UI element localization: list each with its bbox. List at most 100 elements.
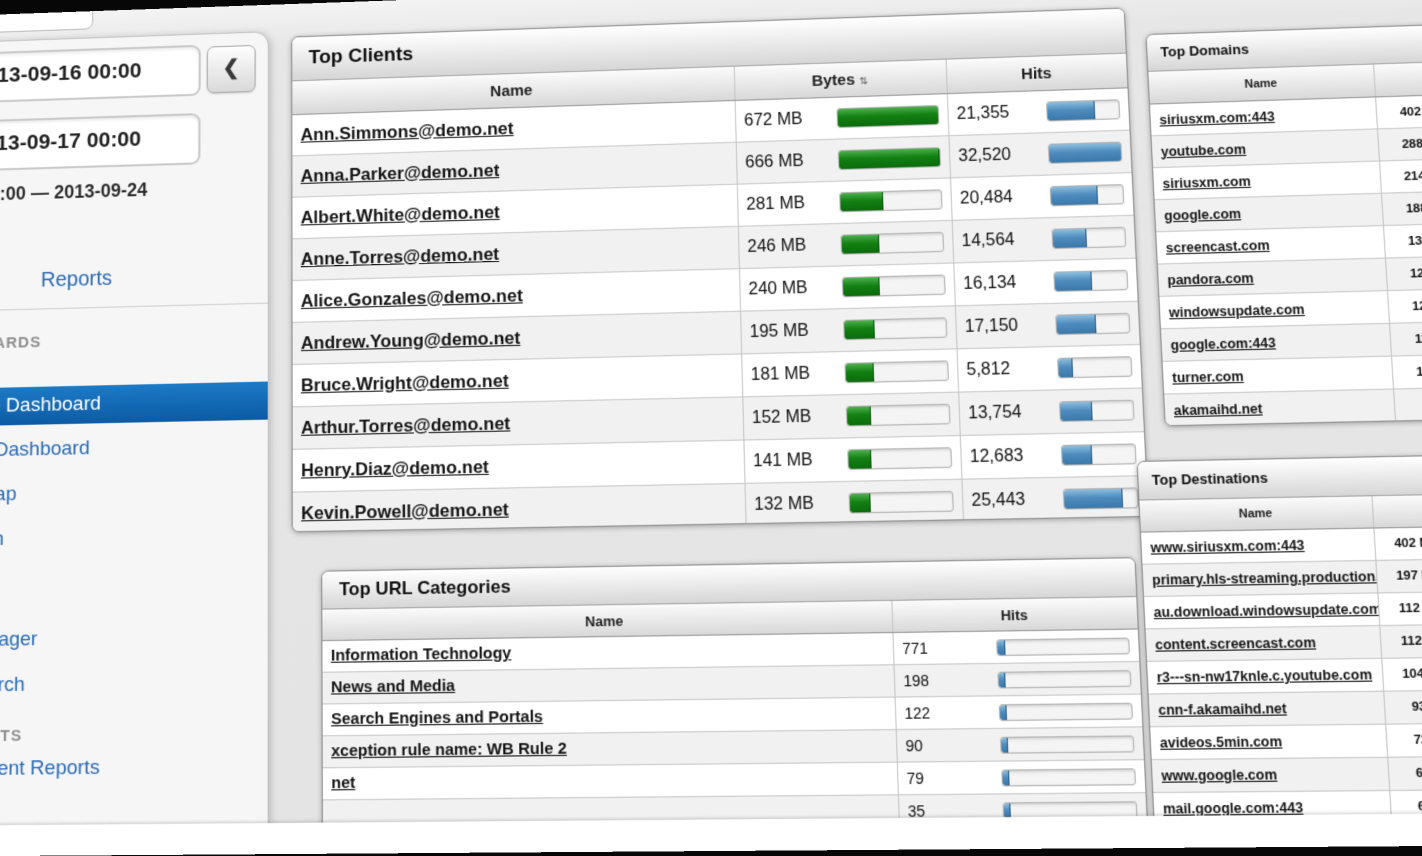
- client-name-link[interactable]: Kevin.Powell@demo.net: [301, 499, 509, 523]
- hits-bar: [1058, 359, 1073, 378]
- sidebar-divider: [0, 303, 268, 312]
- bytes-bar: [840, 192, 883, 211]
- client-name-link[interactable]: Anna.Parker@demo.net: [301, 160, 500, 186]
- bar-trough: [1059, 400, 1135, 422]
- client-name-link[interactable]: Ann.Simmons@demo.net: [301, 118, 514, 144]
- bytes-value: 402 MB: [1373, 527, 1422, 561]
- bytes-value: 240 MB: [739, 266, 834, 311]
- domain-name-link[interactable]: screencast.com: [1165, 237, 1270, 255]
- bytes-bar-cell: [832, 220, 954, 266]
- bar-trough: [999, 702, 1133, 720]
- domain-name-link[interactable]: google.com:443: [1170, 335, 1276, 353]
- reports-link[interactable]: Reports: [41, 267, 112, 293]
- column-header-bytes[interactable]: Bytes: [1373, 59, 1422, 97]
- top-destinations-panel: Top Destinations Name Bytes⇅ www.siriusx…: [1136, 453, 1422, 856]
- table-row: r3---sn-nw17knle.c.youtube.com104 MB: [1147, 656, 1422, 694]
- category-name-link[interactable]: News and Media: [331, 677, 455, 697]
- partial-input[interactable]: [0, 0, 93, 34]
- screen-plane: 2013-09-16 00:00 ❮ 2013-09-17 00:00 00:0…: [0, 0, 1422, 856]
- destination-name-link[interactable]: www.google.com: [1161, 767, 1277, 784]
- hits-bar-cell: [1052, 432, 1146, 478]
- bytes-bar: [844, 320, 875, 339]
- bar-trough: [1051, 227, 1126, 249]
- column-header-hits[interactable]: Hits: [891, 597, 1137, 632]
- hits-value: 17,150: [955, 304, 1048, 349]
- category-name-link[interactable]: Information Technology: [331, 644, 512, 665]
- date-to-input[interactable]: 2013-09-17 00:00: [0, 113, 201, 173]
- chevron-left-icon: ❮: [223, 57, 240, 80]
- domain-name-link[interactable]: siriusxm.com: [1162, 173, 1251, 191]
- destination-name-link[interactable]: au.download.windowsupdate.com: [1153, 601, 1379, 620]
- bytes-bar: [848, 450, 871, 469]
- hits-bar: [1000, 705, 1007, 720]
- destination-name-link[interactable]: primary.hls-streaming.production.ip-cont…: [1152, 567, 1377, 588]
- bytes-value: 126 MB: [1387, 289, 1422, 324]
- sidebar-item-security-dashboard[interactable]: y Dashboard: [0, 426, 268, 470]
- bar-trough: [997, 669, 1131, 688]
- hits-bar-cell: [993, 793, 1147, 827]
- domain-name-link[interactable]: turner.com: [1172, 368, 1244, 385]
- back-button[interactable]: ❮: [207, 45, 256, 94]
- hits-bar-cell: [1046, 301, 1140, 346]
- domain-name-link[interactable]: akamaihd.net: [1173, 401, 1262, 418]
- top-domains-panel: Top Domains Name Bytes siriusxm.com:4434…: [1145, 21, 1422, 427]
- top-clients-panel: Top Clients Name Bytes⇅ Hits Ann.Simmons…: [291, 8, 1149, 533]
- client-name-link[interactable]: Arthur.Torres@demo.net: [301, 413, 510, 438]
- destination-name-link[interactable]: cnn-f.akamaihd.net: [1158, 701, 1287, 718]
- table-row: 35: [323, 793, 1147, 832]
- client-name-link[interactable]: Anne.Torres@demo.net: [301, 243, 500, 268]
- hits-bar: [1047, 101, 1096, 120]
- bytes-value: 288 MB: [1377, 127, 1422, 161]
- client-name-link[interactable]: Alice.Gonzales@demo.net: [301, 285, 523, 311]
- bytes-value: 62 MB: [1389, 790, 1422, 824]
- hits-bar-cell: [995, 826, 1149, 856]
- client-name-link[interactable]: Bruce.Wright@demo.net: [301, 370, 509, 395]
- destination-name-link[interactable]: content.screencast.com: [1155, 635, 1316, 653]
- domain-name-link[interactable]: google.com: [1164, 206, 1242, 223]
- column-header-hits[interactable]: Hits: [946, 54, 1128, 94]
- client-name-link[interactable]: Henry.Diaz@demo.net: [301, 456, 489, 480]
- sidebar-item-firewatch[interactable]: tch: [0, 516, 268, 560]
- dashboard-background: 2013-09-16 00:00 ❮ 2013-09-17 00:00 00:0…: [0, 0, 1422, 856]
- table-row: au.download.windowsupdate.com112 MB: [1144, 590, 1422, 629]
- category-name-link[interactable]: xception rule name: WB Rule 2: [331, 739, 567, 760]
- domain-name-link[interactable]: windowsupdate.com: [1169, 301, 1305, 320]
- bar-trough: [1061, 443, 1137, 465]
- bar-trough: [842, 274, 945, 297]
- destination-name-link[interactable]: www.watchguard.com: [1164, 833, 1314, 850]
- destination-name-link[interactable]: avideos.5min.com: [1160, 734, 1283, 751]
- sidebar-item-executive-dashboard[interactable]: ve Dashboard: [0, 381, 268, 426]
- menu-spacer: [0, 561, 268, 622]
- sidebar-item-manager[interactable]: anager: [0, 617, 268, 660]
- hits-bar-cell: [1039, 130, 1132, 175]
- column-header-name[interactable]: Name: [1139, 496, 1373, 532]
- category-name-link[interactable]: net: [331, 774, 355, 793]
- domain-name-link[interactable]: pandora.com: [1167, 270, 1254, 287]
- domain-name-link[interactable]: siriusxm.com:443: [1159, 109, 1275, 127]
- hits-bar: [1002, 770, 1009, 785]
- table-row: www.google.com68 MB: [1152, 756, 1422, 793]
- client-name-link[interactable]: Albert.White@demo.net: [301, 202, 500, 228]
- bytes-value: 281 MB: [737, 181, 832, 226]
- hits-value: 35: [898, 794, 995, 828]
- bytes-bar: [838, 106, 939, 127]
- date-from-input[interactable]: 2013-09-16 00:00: [0, 45, 201, 105]
- bar-trough: [847, 447, 951, 470]
- bytes-value: 138 MB: [1383, 223, 1422, 258]
- column-header-bytes[interactable]: Bytes⇅: [1371, 493, 1422, 528]
- category-name-link[interactable]: Search Engines and Portals: [331, 707, 543, 728]
- table-row: content.screencast.com112 MB: [1146, 623, 1422, 661]
- destination-name-link[interactable]: r3---sn-nw17knle.c.youtube.com: [1156, 667, 1372, 686]
- sort-arrows-icon: ⇅: [859, 75, 868, 87]
- destination-name-link[interactable]: mail.google.com:443: [1163, 800, 1304, 817]
- bar-trough: [836, 105, 938, 128]
- sidebar-item-map[interactable]: Map: [0, 471, 268, 515]
- sidebar-item-client-reports[interactable]: Client Reports: [0, 747, 268, 789]
- destination-name-link[interactable]: www.siriusxm.com:443: [1150, 538, 1305, 556]
- client-name-link[interactable]: Andrew.Young@demo.net: [301, 327, 521, 352]
- table-row: www.watchguard.com57 MB: [1155, 822, 1422, 856]
- bytes-value: 181 MB: [741, 352, 837, 397]
- sidebar-item-search[interactable]: earch: [0, 663, 268, 706]
- table-row: 33: [323, 826, 1149, 856]
- domain-name-link[interactable]: youtube.com: [1161, 141, 1247, 158]
